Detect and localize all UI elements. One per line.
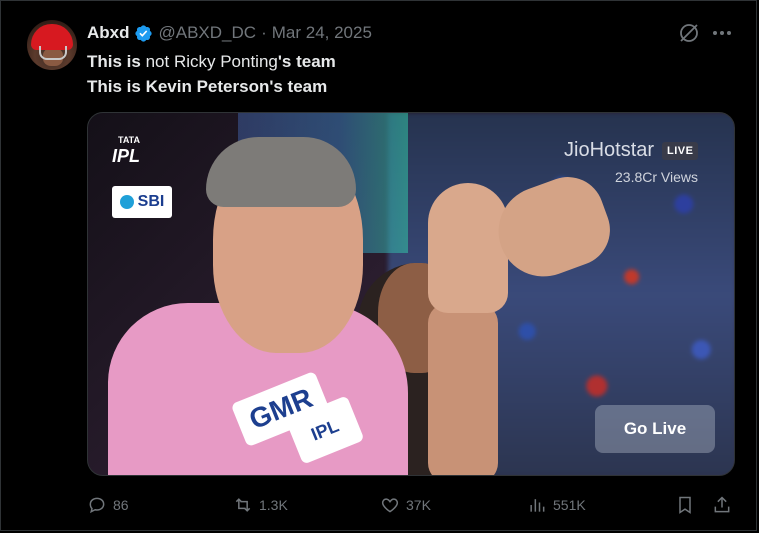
sbi-label: SBI [137,193,165,210]
avatar-grille [39,46,67,60]
go-live-button[interactable]: Go Live [595,405,715,453]
forearm [428,303,498,475]
share-icon [714,496,730,513]
bookmark-button[interactable] [675,491,695,519]
like-count: 37K [406,497,431,513]
broadcaster-brand: JioHotstar LIVE [564,139,699,162]
clapping-hand-left [428,183,508,313]
broadcaster-name: JioHotstar [564,139,655,161]
more-icon[interactable] [710,21,734,45]
author-handle[interactable]: @ABXD_DC [159,23,257,43]
reply-icon [89,497,105,514]
video-player[interactable]: GMR IPL TATA IPL SBI JioHotstar LIVE 23.… [87,112,735,476]
sbi-mark-icon [119,195,134,209]
tweet-text-line1: This is not Ricky Ponting's team [87,49,336,74]
separator-dot: · [261,23,267,42]
text-bold-a: This is [87,52,141,71]
ipl-logo-tata: TATA [118,135,140,145]
tweet-date[interactable]: Mar 24, 2025 [272,23,372,43]
views-count: 551K [553,497,586,513]
text-bold-b: 's team [277,52,336,71]
views-bar-icon [530,499,545,512]
text-normal: not Ricky Ponting [140,52,278,71]
stream-views: 23.8Cr Views [615,169,699,185]
views-button[interactable]: 551K [527,491,586,519]
author-name[interactable]: Abxd [87,23,130,43]
repost-button[interactable]: 1.3K [233,491,288,519]
tweet-text-line2: This is Kevin Peterson's team [87,77,328,96]
ipl-logo: TATA IPL [102,133,152,169]
tweet-text: This is not Ricky Ponting's team This is… [87,49,336,99]
tweet-header: Abxd @ABXD_DC · Mar 24, 2025 [87,21,372,45]
sbi-logo: SBI [112,186,172,218]
grok-icon[interactable] [677,21,701,45]
ipl-logo-label: IPL [112,146,141,166]
player-hair [206,137,356,207]
share-button[interactable] [712,491,732,519]
reply-count: 86 [113,497,129,513]
repost-count: 1.3K [259,497,288,513]
verified-badge-icon [134,24,152,42]
action-bar: 86 1.3K 37K 551K [87,491,735,519]
bookmark-icon [679,496,691,514]
tweet[interactable]: Abxd @ABXD_DC · Mar 24, 2025 This is not… [0,0,757,531]
heart-icon [381,498,399,513]
avatar[interactable] [27,20,77,70]
live-badge: LIVE [662,141,699,160]
like-button[interactable]: 37K [380,491,431,519]
reply-button[interactable]: 86 [87,491,129,519]
repost-icon [235,498,251,512]
